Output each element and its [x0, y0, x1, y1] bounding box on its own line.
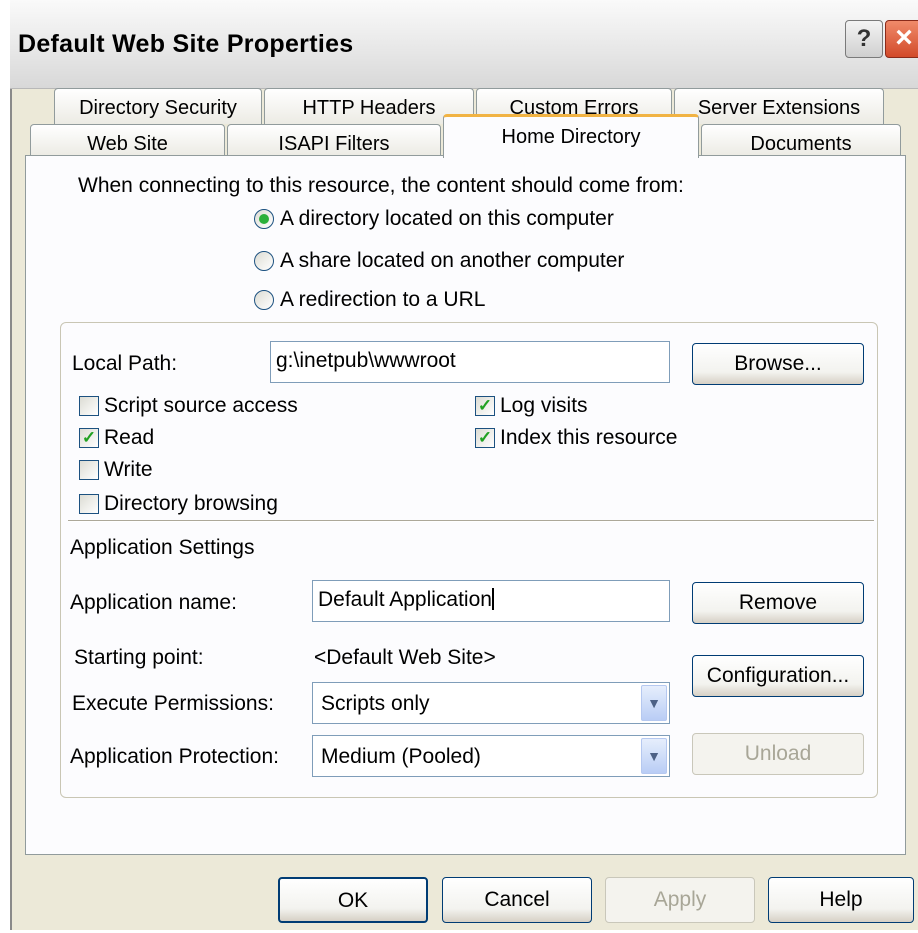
tab-label: Documents — [750, 133, 852, 155]
radio-local-directory[interactable] — [254, 209, 274, 229]
cancel-button[interactable]: Cancel — [442, 877, 592, 923]
application-name-value: Default Application — [318, 588, 492, 611]
remove-button[interactable]: Remove — [692, 582, 864, 624]
application-name-input[interactable]: Default Application — [312, 580, 670, 622]
chevron-down-icon[interactable]: ▼ — [641, 685, 667, 721]
radio-network-share-label[interactable]: A share located on another computer — [280, 249, 624, 273]
tab-label: HTTP Headers — [302, 97, 436, 119]
check-icon: ✓ — [477, 396, 493, 415]
close-icon: × — [895, 21, 913, 54]
tab-label: Server Extensions — [697, 97, 861, 119]
check-icon: ✓ — [81, 428, 97, 447]
checkbox-log-visits[interactable]: ✓ — [475, 396, 495, 416]
execute-permissions-label: Execute Permissions: — [72, 692, 274, 715]
title-bar[interactable]: Default Web Site Properties ? × — [10, 0, 918, 89]
radio-redirect-url-label[interactable]: A redirection to a URL — [280, 288, 485, 312]
apply-button[interactable]: Apply — [605, 877, 755, 923]
tab-label: Directory Security — [79, 97, 237, 119]
radio-selected-dot — [259, 214, 269, 224]
ok-button[interactable]: OK — [278, 877, 428, 923]
read-label[interactable]: Read — [104, 426, 154, 450]
local-path-label: Local Path: — [72, 352, 178, 375]
local-path-input[interactable]: g:\inetpub\wwwroot — [270, 341, 670, 383]
application-settings-heading: Application Settings — [70, 536, 255, 559]
question-icon: ? — [856, 25, 872, 52]
checkbox-script-source-access[interactable] — [79, 396, 99, 416]
tab-home-directory[interactable]: Home Directory — [443, 114, 699, 158]
starting-point-value: <Default Web Site> — [314, 646, 496, 669]
checkbox-index-resource[interactable]: ✓ — [475, 428, 495, 448]
help-title-button[interactable]: ? — [845, 20, 883, 58]
configuration-button[interactable]: Configuration... — [692, 655, 864, 697]
help-button[interactable]: Help — [768, 877, 914, 923]
script-source-access-label[interactable]: Script source access — [104, 394, 298, 418]
directory-browsing-label[interactable]: Directory browsing — [104, 492, 278, 516]
application-protection-value: Medium (Pooled) — [321, 745, 481, 768]
radio-redirect-url[interactable] — [254, 290, 274, 310]
tab-directory-security[interactable]: Directory Security — [54, 88, 262, 124]
log-visits-label[interactable]: Log visits — [500, 394, 588, 418]
index-resource-label[interactable]: Index this resource — [500, 426, 677, 450]
close-button[interactable]: × — [885, 20, 918, 58]
separator — [68, 520, 874, 522]
browse-button[interactable]: Browse... — [692, 343, 864, 385]
tab-label: Home Directory — [501, 126, 641, 148]
application-protection-select[interactable]: Medium (Pooled) ▼ — [312, 735, 670, 777]
tab-label: ISAPI Filters — [278, 133, 390, 155]
tab-server-extensions[interactable]: Server Extensions — [674, 88, 884, 124]
write-label[interactable]: Write — [104, 458, 153, 482]
tab-documents[interactable]: Documents — [701, 124, 901, 156]
radio-network-share[interactable] — [254, 251, 274, 271]
unload-button[interactable]: Unload — [692, 733, 864, 775]
starting-point-label: Starting point: — [74, 646, 204, 669]
check-icon: ✓ — [477, 428, 493, 447]
tab-label: Web Site — [87, 133, 168, 155]
tab-web-site[interactable]: Web Site — [30, 124, 225, 156]
application-protection-label: Application Protection: — [70, 745, 279, 768]
checkbox-read[interactable]: ✓ — [79, 428, 99, 448]
window-title: Default Web Site Properties — [18, 30, 354, 58]
tab-isapi-filters[interactable]: ISAPI Filters — [227, 124, 441, 156]
chevron-down-icon[interactable]: ▼ — [641, 738, 667, 774]
execute-permissions-value: Scripts only — [321, 692, 430, 715]
checkbox-directory-browsing[interactable] — [79, 494, 99, 514]
application-name-label: Application name: — [70, 591, 237, 614]
execute-permissions-select[interactable]: Scripts only ▼ — [312, 682, 670, 724]
checkbox-write[interactable] — [79, 460, 99, 480]
radio-local-directory-label[interactable]: A directory located on this computer — [280, 207, 614, 231]
content-source-prompt: When connecting to this resource, the co… — [78, 174, 684, 197]
text-cursor — [491, 588, 494, 610]
